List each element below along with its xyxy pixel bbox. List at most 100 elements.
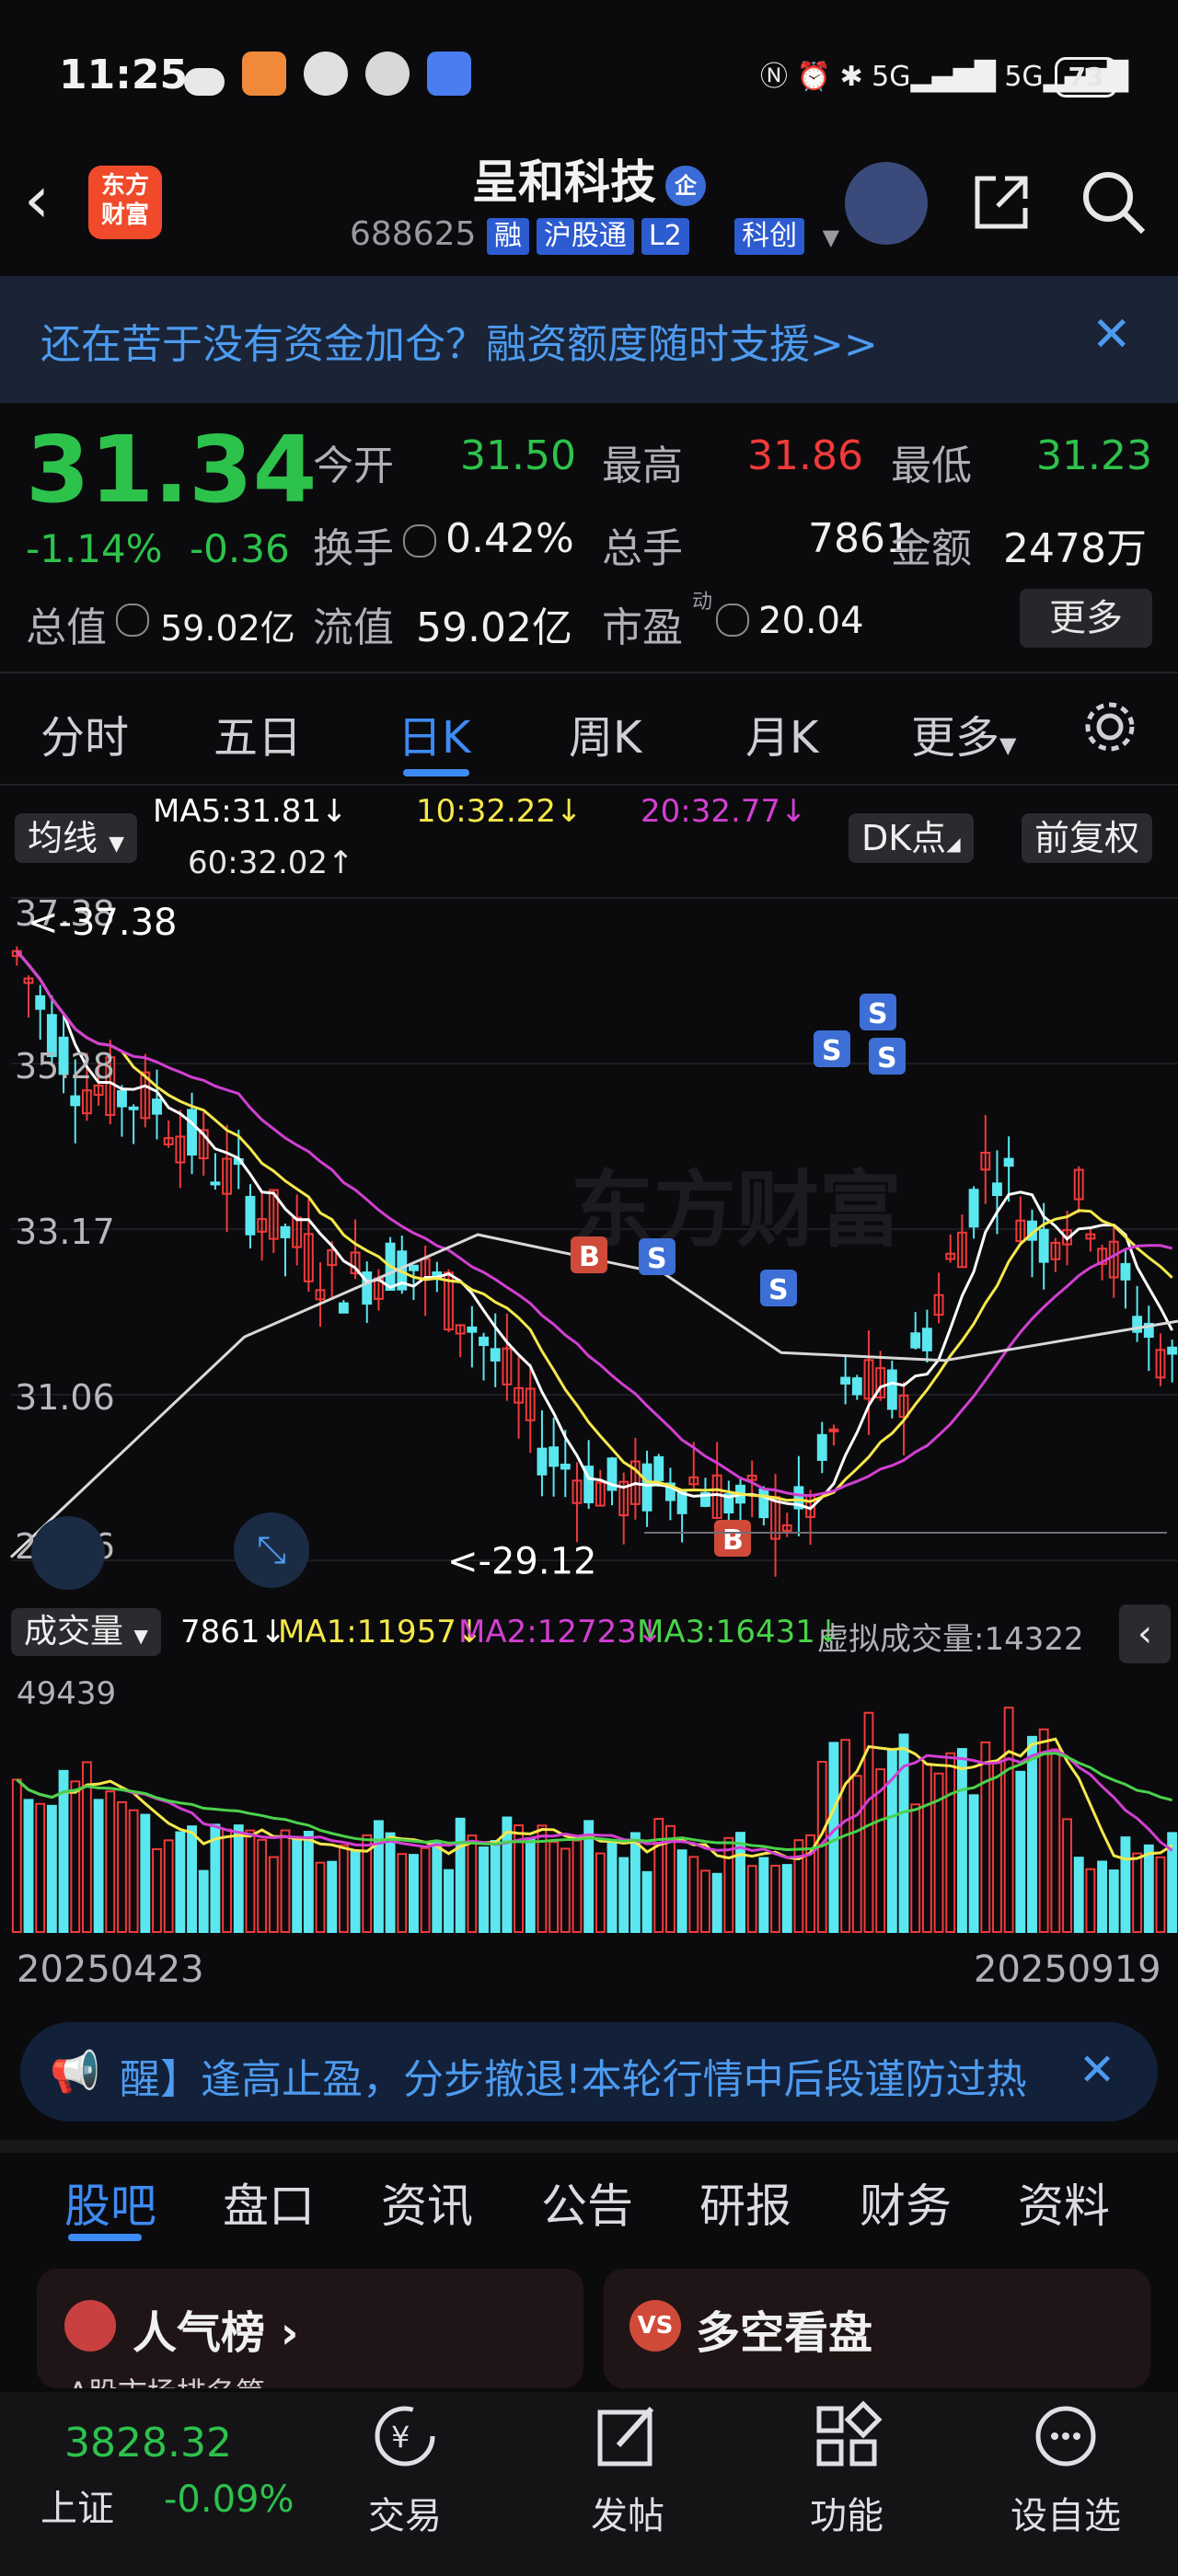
nav-trade[interactable]: 交易	[313, 2486, 497, 2539]
tab-forum[interactable]: 股吧	[64, 2169, 156, 2236]
volume-bar	[444, 1869, 454, 1934]
tab-five-day[interactable]: 五日	[214, 701, 302, 765]
info-icon[interactable]	[116, 604, 149, 637]
collapse-icon[interactable]	[31, 1516, 105, 1590]
candle-body	[641, 1463, 653, 1512]
volume-bar	[490, 1840, 501, 1933]
volume-chart[interactable]: 49439	[0, 1667, 1178, 1943]
share-icon[interactable]	[968, 169, 1034, 236]
nav-functions[interactable]: 功能	[755, 2486, 939, 2539]
post-icon[interactable]	[591, 2399, 664, 2473]
status-bar: 11:25 Ⓝ ⏰ ✱ 5G▂▄▆█ 5G▂▄▆█ 73	[0, 0, 1178, 147]
volume-bar	[11, 1778, 22, 1934]
volume-bar	[257, 1838, 268, 1933]
settings-gear-icon[interactable]	[1082, 699, 1138, 754]
notification-icons	[184, 52, 484, 99]
stock-code-line[interactable]: 688625 融沪股通 L2 科创 ▼	[350, 215, 839, 255]
candle-body	[549, 1446, 560, 1467]
price-axis-label: 33.17	[15, 1212, 115, 1252]
ticker-text[interactable]: 醒】逢高止盈，分步撤退!本轮行情中后段谨防过热	[120, 2046, 1077, 2105]
tab-daily-k[interactable]: 日K	[398, 701, 470, 765]
forward-adjust-button[interactable]: 前复权	[1022, 813, 1153, 863]
end-date: 20250919	[974, 1949, 1161, 1991]
tab-research[interactable]: 研报	[699, 2169, 791, 2236]
index-value[interactable]: 3828.32	[64, 2420, 232, 2467]
candle-body	[1038, 1228, 1049, 1263]
volume-bar	[1073, 1857, 1084, 1933]
volume-bar	[956, 1748, 967, 1933]
functions-icon[interactable]	[810, 2399, 884, 2473]
volume-bar	[70, 1780, 81, 1933]
candle-body	[921, 1328, 932, 1351]
nav-watchlist[interactable]: 设自选	[974, 2486, 1158, 2539]
volume-bar	[595, 1852, 606, 1933]
pe-superscript: 动	[692, 591, 713, 614]
volume-bar	[245, 1829, 256, 1933]
robot-assistant-icon[interactable]	[845, 162, 928, 245]
candle-body	[816, 1433, 827, 1461]
info-icon[interactable]	[403, 524, 436, 558]
close-icon[interactable]: ✕	[1079, 2044, 1115, 2096]
close-icon[interactable]: ✕	[1091, 307, 1132, 362]
candle-body	[758, 1489, 769, 1519]
low-label: 最低	[891, 443, 972, 489]
popularity-card[interactable]: 人气榜 › A股市场排名第	[37, 2269, 583, 2388]
banner-text[interactable]: 还在苦于没有资金加仓？融资额度随时支援>>	[40, 311, 878, 370]
search-icon[interactable]	[1079, 167, 1149, 237]
sell-marker-label: S	[877, 1042, 897, 1075]
tag-l2: L2	[641, 218, 689, 255]
price-axis-label: 31.06	[15, 1377, 115, 1418]
volume-bar	[105, 1790, 116, 1933]
tab-more[interactable]: 更多▼	[911, 701, 1016, 765]
tab-weekly-k[interactable]: 周K	[569, 701, 641, 765]
index-name[interactable]: 上证	[40, 2478, 114, 2532]
volume-bar	[770, 1864, 780, 1933]
bull-bear-card[interactable]: VS 多空看盘	[604, 2269, 1150, 2388]
mktcap-value: 59.02亿	[160, 608, 295, 649]
tab-financials[interactable]: 财务	[860, 2169, 952, 2236]
buy-marker-label: B	[579, 1241, 600, 1273]
info-icon[interactable]	[716, 604, 749, 637]
candle-body	[1120, 1262, 1131, 1281]
volume-bar	[1097, 1860, 1108, 1934]
volume-bar	[479, 1846, 489, 1933]
volume-bar	[758, 1857, 769, 1933]
fullscreen-icon[interactable]: ⤡	[234, 1512, 309, 1588]
trade-icon[interactable]: ¥	[368, 2399, 442, 2473]
tag-connect: 沪股通	[536, 218, 634, 255]
turnover-value: 0.42%	[445, 515, 574, 562]
tab-monthly-k[interactable]: 月K	[745, 701, 818, 765]
news-ticker[interactable]: 📢 醒】逢高止盈，分步撤退!本轮行情中后段谨防过热 ✕	[20, 2022, 1158, 2122]
tab-news[interactable]: 资讯	[381, 2169, 473, 2236]
indicator-select[interactable]: 均线 ▼	[15, 813, 138, 863]
nav-post[interactable]: 发帖	[536, 2486, 720, 2539]
volume-bar	[746, 1865, 757, 1933]
index-change[interactable]: -0.09%	[164, 2478, 294, 2521]
volume-bar	[46, 1804, 57, 1933]
tab-intraday[interactable]: 分时	[40, 701, 129, 765]
volume-bar	[828, 1742, 839, 1933]
chevron-left-icon[interactable]: ‹	[1119, 1604, 1171, 1663]
volume-bar	[420, 1846, 431, 1933]
candle-body	[992, 1182, 1002, 1197]
volume-indicator-select[interactable]: 成交量 ▼	[11, 1608, 161, 1656]
more-icon[interactable]	[1029, 2399, 1103, 2473]
caret-down-icon: ▼	[999, 732, 1017, 758]
volume-bar	[641, 1870, 653, 1933]
tab-profile[interactable]: 资料	[1018, 2169, 1110, 2236]
volume-bar	[1120, 1836, 1131, 1933]
volume-bar	[187, 1825, 197, 1934]
signal-icon: 5G	[872, 61, 911, 93]
volume-bar	[723, 1836, 734, 1933]
tab-order-book[interactable]: 盘口	[223, 2169, 315, 2236]
amount-label: 金额	[891, 525, 972, 572]
more-button[interactable]: 更多	[1020, 589, 1152, 648]
promo-banner[interactable]: 还在苦于没有资金加仓？融资额度随时支援>> ✕	[0, 276, 1178, 403]
candlestick-chart[interactable]: 东方财富 37.3835.2833.1731.0628.96 <-37.38<-…	[0, 889, 1178, 1597]
candle-body	[70, 1095, 81, 1107]
tab-announcements[interactable]: 公告	[541, 2169, 633, 2236]
volume-bar	[618, 1857, 629, 1933]
bull-bear-title: 多空看盘	[696, 2307, 873, 2359]
volume-bar	[525, 1837, 536, 1933]
dk-point-button[interactable]: DK点◢	[849, 813, 974, 863]
